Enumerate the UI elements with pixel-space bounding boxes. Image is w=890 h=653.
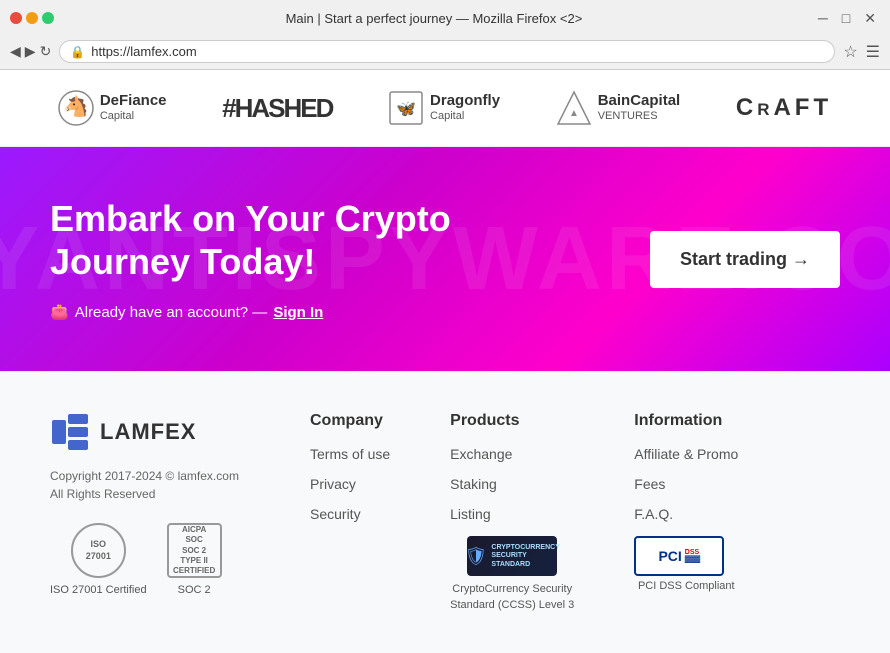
partners-bar: 🐴 DeFiance Capital #HASHED 🦋 Dragonfly C… xyxy=(0,70,890,147)
nav-icons: ◀ ▶ ↻ xyxy=(10,43,51,60)
ccss-image: 🛡 CRYPTOCURRENCYSECURITY STANDARD xyxy=(467,536,557,576)
ccss-label: CryptoCurrency SecurityStandard (CCSS) L… xyxy=(450,582,574,613)
footer-brand: LAMFEX Copyright 2017-2024 © lamfex.comA… xyxy=(50,412,270,596)
information-heading: Information xyxy=(634,412,738,430)
minimize-button[interactable] xyxy=(26,12,38,24)
lock-icon: 🔒 xyxy=(70,45,85,59)
list-item: Listing xyxy=(450,506,574,524)
affiliate-link[interactable]: Affiliate & Promo xyxy=(634,446,738,462)
footer-col-company: Company Terms of use Privacy Security xyxy=(310,412,390,613)
hero-left: Embark on Your Crypto Journey Today! 👛 A… xyxy=(50,197,550,321)
ccss-shield-icon: 🛡 xyxy=(465,546,488,567)
list-item: F.A.Q. xyxy=(634,506,738,524)
list-item: Privacy xyxy=(310,476,390,494)
browser-chrome: Main | Start a perfect journey — Mozilla… xyxy=(0,0,890,70)
products-links: Exchange Staking Listing xyxy=(450,446,574,524)
footer: LAMFEX Copyright 2017-2024 © lamfex.comA… xyxy=(0,371,890,653)
soc2-label: SOC 2 xyxy=(167,584,222,596)
soc2-badge: AICPASOCSOC 2TYPE IICERTIFIED xyxy=(167,523,222,578)
footer-certs: ISO27001 ISO 27001 Certified AICPASOCSOC… xyxy=(50,523,270,596)
pci-text: PCI xyxy=(658,548,681,564)
hero-title: Embark on Your Crypto Journey Today! xyxy=(50,197,550,283)
exchange-link[interactable]: Exchange xyxy=(450,446,512,462)
partner-defiance: 🐴 DeFiance Capital xyxy=(58,90,167,126)
svg-text:🐴: 🐴 xyxy=(63,94,88,118)
wallet-icon: 👛 xyxy=(50,303,69,321)
fees-link[interactable]: Fees xyxy=(634,476,665,492)
toolbar-icons: ☆ ☰ xyxy=(843,42,880,62)
terms-link[interactable]: Terms of use xyxy=(310,446,390,462)
close-button[interactable] xyxy=(10,12,22,24)
list-item: Terms of use xyxy=(310,446,390,464)
hero-signin: 👛 Already have an account? — Sign In xyxy=(50,303,550,321)
privacy-link[interactable]: Privacy xyxy=(310,476,356,492)
staking-link[interactable]: Staking xyxy=(450,476,497,492)
hero-section: MYANTISPYWARE.COM Embark on Your Crypto … xyxy=(0,147,890,371)
ccss-badge: 🛡 CRYPTOCURRENCYSECURITY STANDARD Crypto… xyxy=(450,536,574,613)
url-text: https://lamfex.com xyxy=(91,44,196,59)
company-heading: Company xyxy=(310,412,390,430)
footer-logo: LAMFEX xyxy=(50,412,270,452)
pci-label: PCI DSS Compliant xyxy=(634,580,738,592)
footer-col-information: Information Affiliate & Promo Fees F.A.Q… xyxy=(634,412,738,613)
menu-icon[interactable]: ☰ xyxy=(866,42,880,62)
hashed-icon: #HASHED xyxy=(222,93,332,124)
partner-dragonfly: 🦋 Dragonfly Capital xyxy=(388,90,500,126)
bain-icon: ▲ xyxy=(556,90,592,126)
list-item: Affiliate & Promo xyxy=(634,446,738,464)
forward-icon[interactable]: ▶ xyxy=(25,43,36,60)
hero-signin-text: Already have an account? — xyxy=(75,304,268,321)
address-bar-row: ◀ ▶ ↻ 🔒 https://lamfex.com ☆ ☰ xyxy=(0,36,890,69)
traffic-lights xyxy=(10,12,54,24)
iso-badge: ISO27001 xyxy=(71,523,126,578)
window-title: Main | Start a perfect journey — Mozilla… xyxy=(62,11,806,26)
pci-badge: PCI DSS ▓▓▓ xyxy=(634,536,724,576)
win-min-button[interactable]: ─ xyxy=(814,10,832,27)
products-heading: Products xyxy=(450,412,574,430)
maximize-button[interactable] xyxy=(42,12,54,24)
information-links: Affiliate & Promo Fees F.A.Q. xyxy=(634,446,738,524)
list-item: Exchange xyxy=(450,446,574,464)
list-item: Security xyxy=(310,506,390,524)
title-bar: Main | Start a perfect journey — Mozilla… xyxy=(0,0,890,36)
page-content: 🐴 DeFiance Capital #HASHED 🦋 Dragonfly C… xyxy=(0,70,890,653)
dragonfly-icon: 🦋 xyxy=(388,90,424,126)
partner-craft: CrAFT xyxy=(736,94,832,122)
bookmark-icon[interactable]: ☆ xyxy=(843,42,857,62)
faq-link[interactable]: F.A.Q. xyxy=(634,506,673,522)
listing-link[interactable]: Listing xyxy=(450,506,490,522)
company-links: Terms of use Privacy Security xyxy=(310,446,390,524)
lamfex-logo-icon xyxy=(50,412,90,452)
pci-dss-text: DSS ▓▓▓ xyxy=(685,549,700,564)
ccss-text: CRYPTOCURRENCYSECURITY STANDARD xyxy=(491,544,559,569)
win-close-button[interactable]: ✕ xyxy=(860,10,880,27)
svg-text:🦋: 🦋 xyxy=(396,101,416,118)
start-trading-button[interactable]: Start trading → xyxy=(650,231,840,288)
svg-text:▲: ▲ xyxy=(569,108,579,119)
iso-label: ISO 27001 Certified xyxy=(50,584,147,596)
partner-baincapital: ▲ BainCapital VENTURES xyxy=(556,90,681,126)
iso-cert: ISO27001 ISO 27001 Certified xyxy=(50,523,147,596)
partner-hashed: #HASHED xyxy=(222,93,332,124)
footer-col-products: Products Exchange Staking Listing 🛡 CRYP… xyxy=(450,412,574,613)
footer-brand-name: LAMFEX xyxy=(100,419,196,445)
defiance-icon: 🐴 xyxy=(58,90,94,126)
address-bar[interactable]: 🔒 https://lamfex.com xyxy=(59,40,835,63)
craft-icon: CrAFT xyxy=(736,94,832,122)
back-icon[interactable]: ◀ xyxy=(10,43,21,60)
reload-icon[interactable]: ↻ xyxy=(40,43,52,60)
footer-copyright: Copyright 2017-2024 © lamfex.comAll Righ… xyxy=(50,467,270,503)
win-max-button[interactable]: □ xyxy=(838,10,854,27)
window-controls: ─ □ ✕ xyxy=(814,10,880,27)
pci-section: PCI DSS ▓▓▓ PCI DSS Compliant xyxy=(634,536,738,592)
security-link[interactable]: Security xyxy=(310,506,361,522)
signin-link[interactable]: Sign In xyxy=(273,304,323,321)
soc2-cert: AICPASOCSOC 2TYPE IICERTIFIED SOC 2 xyxy=(167,523,222,596)
footer-links: Company Terms of use Privacy Security Pr… xyxy=(310,412,840,613)
list-item: Fees xyxy=(634,476,738,494)
list-item: Staking xyxy=(450,476,574,494)
